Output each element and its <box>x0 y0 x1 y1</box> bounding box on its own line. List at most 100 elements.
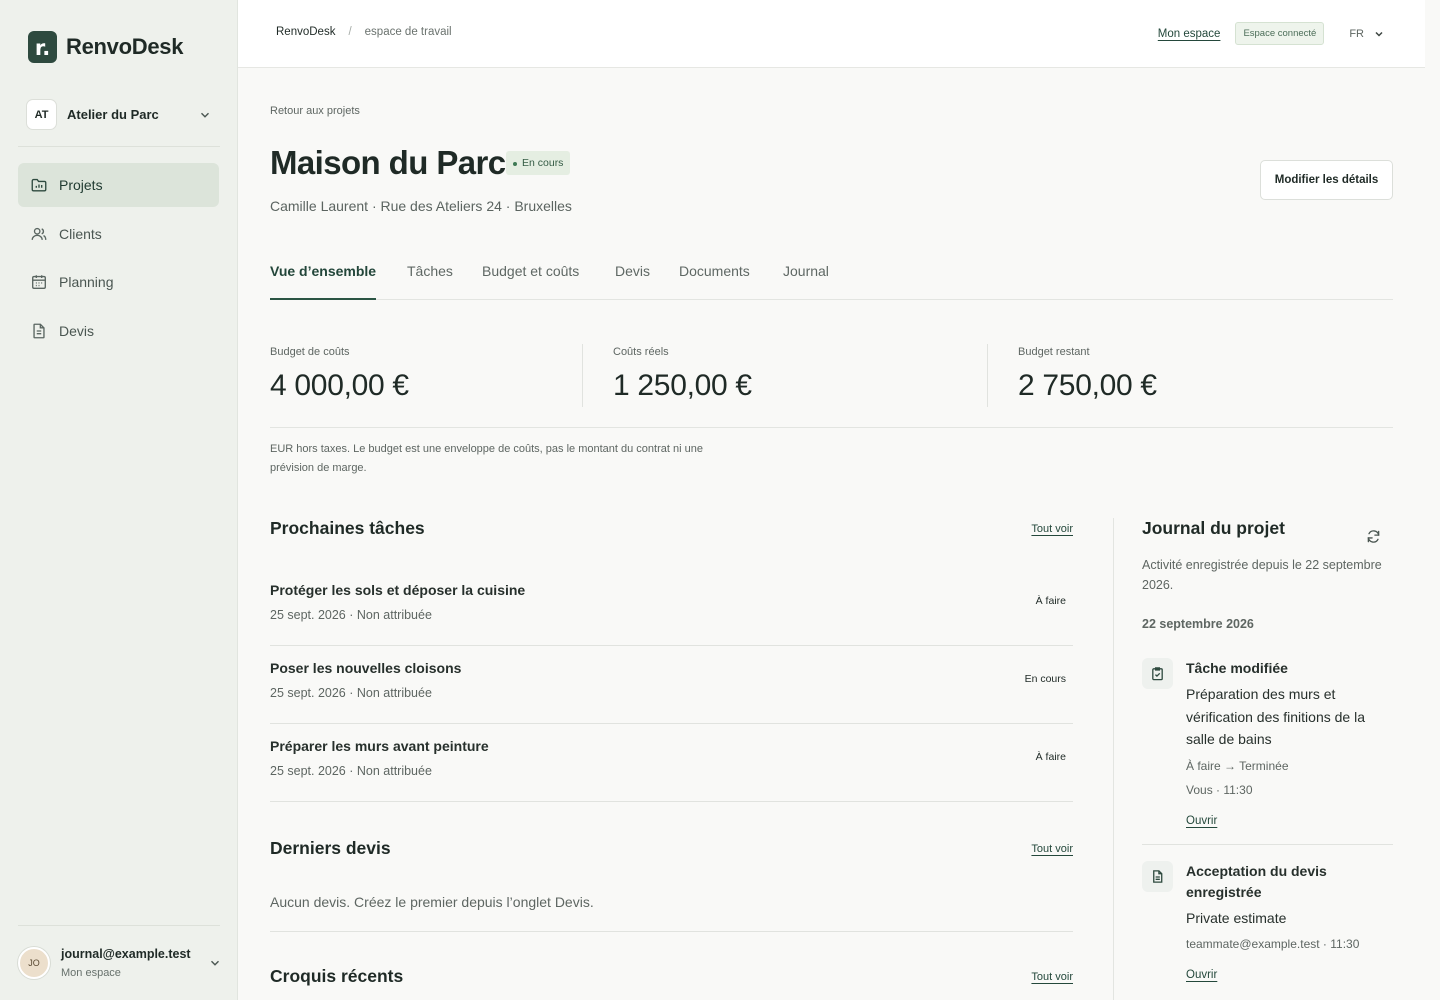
metric-value: 4 000,00 € <box>270 369 409 402</box>
recent-sketches-header: Croquis récents Tout voir <box>270 966 1073 992</box>
chevron-down-icon <box>201 112 209 118</box>
task-list: Protéger les sols et déposer la cuisine … <box>270 568 1073 802</box>
user-subtitle: Mon espace <box>61 967 121 979</box>
sidebar-item-devis[interactable]: Devis <box>18 309 219 353</box>
open-entry-link[interactable]: Ouvrir <box>1186 969 1217 981</box>
status-badge: En cours <box>506 151 571 175</box>
section-title: Journal du projet <box>1142 518 1285 538</box>
latest-quotes-header: Derniers devis Tout voir <box>270 838 1073 864</box>
task-title: Poser les nouvelles cloisons <box>270 660 462 676</box>
entry-title: Acceptation du devis enregistrée <box>1186 862 1327 900</box>
entry-body: Private estimate <box>1186 909 1287 926</box>
journal-subtitle: Activité enregistrée depuis le 22 septem… <box>1142 558 1382 592</box>
metric-label: Budget de coûts <box>270 346 350 358</box>
user-menu[interactable]: JO journal@example.test Mon espace <box>18 943 222 983</box>
workspace-name: Atelier du Parc <box>67 107 159 122</box>
back-to-projects-link[interactable]: Retour aux projets <box>270 105 360 117</box>
see-all-tasks-link[interactable]: Tout voir <box>1031 523 1073 535</box>
sidebar-item-label: Clients <box>59 225 102 242</box>
journal-date: 22 septembre 2026 <box>1142 617 1254 631</box>
sidebar-divider <box>18 925 220 926</box>
project-journal: Journal du projet Activité enregistrée d… <box>1142 518 1393 983</box>
metric-actual-costs: Coûts réels 1 250,00 € <box>613 344 752 407</box>
table-row[interactable]: Poser les nouvelles cloisons 25 sept. 20… <box>270 646 1073 724</box>
table-row[interactable]: Préparer les murs avant peinture 25 sept… <box>270 724 1073 802</box>
brand-logo[interactable]: r. RenvoDesk <box>28 31 183 63</box>
sidebar-item-planning[interactable]: Planning <box>18 260 219 304</box>
tab-quotes[interactable]: Devis <box>615 263 650 300</box>
project-tabs: Vue d’ensemble Tâches Budget et coûts De… <box>270 248 1393 300</box>
tab-budget[interactable]: Budget et coûts <box>482 263 579 300</box>
language-selector[interactable]: FR <box>1349 28 1385 40</box>
document-icon <box>33 323 45 338</box>
task-title: Préparer les murs avant peinture <box>270 738 489 754</box>
metric-label: Budget restant <box>1018 346 1090 358</box>
section-title: Derniers devis <box>270 838 391 858</box>
entry-body: Préparation des murs et vérification des… <box>1186 686 1365 747</box>
task-status: À faire <box>1035 751 1066 763</box>
edit-details-button[interactable]: Modifier les détails <box>1260 160 1393 200</box>
chevron-down-icon <box>211 960 219 966</box>
quotes-empty-state: Aucun devis. Créez le premier depuis l’o… <box>270 864 1073 932</box>
metric-value: 1 250,00 € <box>613 369 752 402</box>
metric-label: Coûts réels <box>613 346 669 358</box>
section-title: Prochaines tâches <box>270 518 425 538</box>
tab-journal[interactable]: Journal <box>783 263 829 300</box>
metric-divider <box>582 344 583 407</box>
metric-remaining-budget: Budget restant 2 750,00 € <box>1018 344 1157 407</box>
breadcrumb: RenvoDesk / espace de travail <box>276 26 452 38</box>
main-content: Retour aux projets Maison du Parc En cou… <box>238 68 1425 1000</box>
sidebar: r. RenvoDesk AT Atelier du Parc Projets … <box>0 0 238 1000</box>
breadcrumb-root[interactable]: RenvoDesk <box>276 26 335 38</box>
metric-value: 2 750,00 € <box>1018 369 1157 402</box>
task-title: Protéger les sols et déposer la cuisine <box>270 582 526 598</box>
document-icon <box>1153 869 1163 883</box>
tab-overview[interactable]: Vue d’ensemble <box>270 263 377 300</box>
refresh-icon[interactable] <box>1366 529 1381 544</box>
journal-entry: Tâche modifiée Préparation des murs et v… <box>1142 658 1393 845</box>
project-subtitle: Camille Laurent · Rue des Ateliers 24 · … <box>270 198 572 214</box>
task-status: À faire <box>1035 595 1066 607</box>
tab-documents[interactable]: Documents <box>679 263 750 300</box>
see-all-sketches-link[interactable]: Tout voir <box>1031 971 1073 983</box>
tab-tasks[interactable]: Tâches <box>407 263 453 300</box>
breadcrumb-current: espace de travail <box>364 26 452 38</box>
table-row[interactable]: Protéger les sols et déposer la cuisine … <box>270 568 1073 646</box>
entry-icon-box <box>1142 860 1173 892</box>
task-status: En cours <box>1024 673 1066 685</box>
entry-divider <box>1142 843 1393 845</box>
my-space-link[interactable]: Mon espace <box>1158 28 1221 40</box>
journal-entry: Acceptation du devis enregistrée Private… <box>1142 860 1393 984</box>
folder-chart-icon <box>31 178 47 192</box>
overview-left-column: Prochaines tâches Tout voir Protéger les… <box>270 518 1073 992</box>
workspace-switcher[interactable]: AT Atelier du Parc <box>26 99 218 130</box>
chevron-down-icon <box>1375 31 1383 37</box>
metric-divider <box>987 344 988 407</box>
sidebar-item-label: Planning <box>59 274 114 290</box>
task-meta: 25 sept. 2026 · Non attribuée <box>270 608 432 622</box>
page-title: Maison du Parc <box>270 144 506 181</box>
journal-header: Journal du projet <box>1142 518 1393 543</box>
next-tasks-header: Prochaines tâches Tout voir <box>270 518 1073 544</box>
metric-cost-budget: Budget de coûts 4 000,00 € <box>270 344 409 407</box>
entry-meta: teammate@example.test · 11:30 <box>1186 937 1360 951</box>
entry-icon-box <box>1142 658 1173 689</box>
brand-mark: r. <box>28 31 57 63</box>
clipboard-check-icon <box>1152 667 1163 681</box>
task-meta: 25 sept. 2026 · Non attribuée <box>270 686 432 700</box>
column-divider <box>1113 518 1114 1000</box>
sidebar-nav: Projets Clients Planning Devis <box>18 163 219 357</box>
sidebar-item-clients[interactable]: Clients <box>18 212 219 256</box>
sidebar-item-label: Projets <box>59 177 103 193</box>
brand-name: RenvoDesk <box>66 34 184 59</box>
section-title: Croquis récents <box>270 966 404 986</box>
sidebar-item-label: Devis <box>59 322 95 339</box>
sidebar-item-projets[interactable]: Projets <box>18 163 219 207</box>
open-entry-link[interactable]: Ouvrir <box>1186 815 1217 827</box>
budget-note: EUR hors taxes. Le budget est une envelo… <box>270 443 703 474</box>
see-all-quotes-link[interactable]: Tout voir <box>1031 843 1073 855</box>
user-info: journal@example.test Mon espace <box>61 947 208 979</box>
language-code: FR <box>1349 27 1364 40</box>
calendar-icon <box>32 275 46 289</box>
sidebar-divider <box>18 146 220 147</box>
